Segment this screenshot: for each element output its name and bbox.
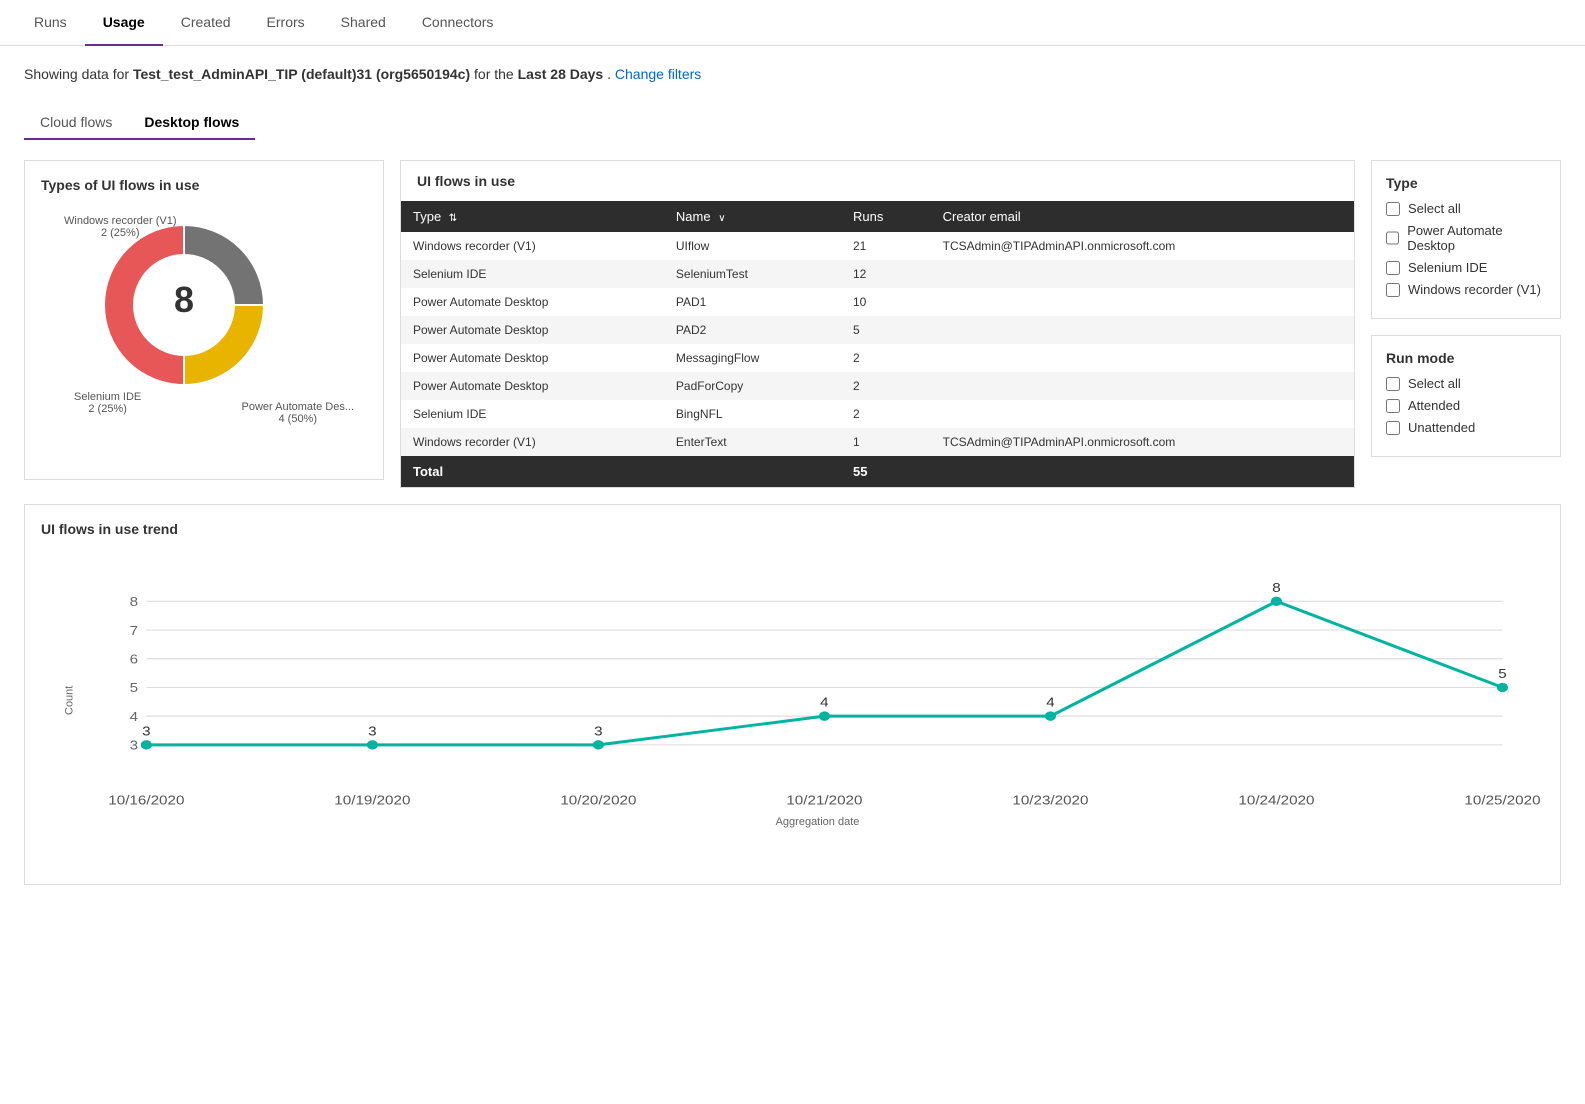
donut-label-windows: Windows recorder (V1)2 (25%)	[64, 215, 176, 239]
svg-text:6: 6	[130, 652, 139, 667]
y-axis-label: Count	[64, 685, 76, 714]
total-label: Total	[401, 456, 664, 487]
nav-tab-connectors[interactable]: Connectors	[404, 0, 512, 45]
svg-text:10/20/2020: 10/20/2020	[560, 792, 636, 807]
flow-tabs: Cloud flowsDesktop flows	[24, 106, 255, 140]
run-mode-filter-option-0: Select all	[1386, 376, 1546, 391]
table-row: Selenium IDESeleniumTest12	[401, 260, 1354, 288]
svg-text:8: 8	[1272, 580, 1281, 595]
period-label: Last 28 Days	[518, 66, 604, 82]
svg-text:10/21/2020: 10/21/2020	[786, 792, 862, 807]
col-creator[interactable]: Creator email	[931, 201, 1354, 232]
table-title: UI flows in use	[401, 161, 1354, 201]
donut-label-selenium: Selenium IDE2 (25%)	[74, 391, 141, 415]
svg-text:4: 4	[820, 695, 829, 710]
svg-text:5: 5	[130, 680, 139, 695]
nav-tab-usage[interactable]: Usage	[85, 0, 163, 46]
trend-chart: 345678310/16/2020310/19/2020310/20/20204…	[91, 549, 1544, 809]
type-filter-checkbox-1[interactable]	[1386, 231, 1399, 245]
type-filter-card: Type Select all Power Automate Desktop Sel…	[1371, 160, 1561, 319]
table-row: Windows recorder (V1)EnterText1TCSAdmin@…	[401, 428, 1354, 456]
subtitle-text: Showing data for Test_test_AdminAPI_TIP …	[24, 66, 1561, 82]
nav-tab-created[interactable]: Created	[163, 0, 249, 45]
run-mode-filter-title: Run mode	[1386, 350, 1546, 366]
table-row: Power Automate DesktopMessagingFlow2	[401, 344, 1354, 372]
svg-text:5: 5	[1498, 666, 1507, 681]
svg-text:7: 7	[130, 623, 139, 638]
col-type[interactable]: Type ⇅	[401, 201, 664, 232]
svg-text:10/16/2020: 10/16/2020	[108, 792, 184, 807]
type-filter-checkbox-3[interactable]	[1386, 283, 1400, 297]
change-filters-link[interactable]: Change filters	[615, 66, 701, 82]
run-mode-filter-card: Run mode Select all Attended Unattended	[1371, 335, 1561, 457]
svg-text:3: 3	[142, 723, 151, 738]
type-filter-option-1: Power Automate Desktop	[1386, 223, 1546, 253]
trend-title: UI flows in use trend	[41, 521, 1544, 537]
nav-tab-errors[interactable]: Errors	[249, 0, 323, 45]
svg-text:3: 3	[368, 723, 377, 738]
x-axis-label: Aggregation date	[91, 816, 1544, 828]
svg-text:3: 3	[594, 723, 603, 738]
run-mode-filter-option-1: Attended	[1386, 398, 1546, 413]
svg-text:10/19/2020: 10/19/2020	[334, 792, 410, 807]
filter-panels: Type Select all Power Automate Desktop Sel…	[1371, 160, 1561, 457]
table-row: Power Automate DesktopPAD25	[401, 316, 1354, 344]
ui-flows-table: Type ⇅ Name ∨ Runs Creator email Windows…	[401, 201, 1354, 487]
donut-chart-card: Types of UI flows in use 8 Windows recor…	[24, 160, 384, 480]
nav-tab-shared[interactable]: Shared	[323, 0, 404, 45]
donut-title: Types of UI flows in use	[41, 177, 367, 193]
ui-flows-table-card: UI flows in use Type ⇅ Name ∨ Runs Creat…	[400, 160, 1355, 488]
col-name[interactable]: Name ∨	[664, 201, 841, 232]
flow-tab-desktop-flows[interactable]: Desktop flows	[128, 106, 255, 138]
svg-text:3: 3	[130, 738, 139, 753]
donut-center: 8	[174, 279, 194, 320]
run-mode-checkbox-1[interactable]	[1386, 399, 1400, 413]
type-filter-option-2: Selenium IDE	[1386, 260, 1546, 275]
svg-text:4: 4	[130, 709, 139, 724]
type-filter-checkbox-0[interactable]	[1386, 202, 1400, 216]
donut-chart: 8 Windows recorder (V1)2 (25%) Selenium …	[84, 205, 324, 445]
donut-label-pad: Power Automate Des...4 (50%)	[242, 401, 355, 425]
table-row: Selenium IDEBingNFL2	[401, 400, 1354, 428]
svg-text:10/24/2020: 10/24/2020	[1238, 792, 1314, 807]
total-value: 55	[841, 456, 931, 487]
type-filter-option-3: Windows recorder (V1)	[1386, 282, 1546, 297]
nav-tabs: RunsUsageCreatedErrorsSharedConnectors	[0, 0, 1585, 46]
svg-text:8: 8	[130, 594, 139, 609]
table-row: Power Automate DesktopPAD110	[401, 288, 1354, 316]
trend-card: UI flows in use trend Count 345678310/16…	[24, 504, 1561, 885]
svg-text:10/25/2020: 10/25/2020	[1464, 792, 1540, 807]
nav-tab-runs[interactable]: Runs	[16, 0, 85, 45]
run-mode-checkbox-2[interactable]	[1386, 421, 1400, 435]
col-runs[interactable]: Runs	[841, 201, 931, 232]
org-name: Test_test_AdminAPI_TIP (default)31 (org5…	[133, 66, 470, 82]
table-row: Power Automate DesktopPadForCopy2	[401, 372, 1354, 400]
type-filter-checkbox-2[interactable]	[1386, 261, 1400, 275]
svg-text:10/23/2020: 10/23/2020	[1012, 792, 1088, 807]
run-mode-filter-option-2: Unattended	[1386, 420, 1546, 435]
flow-tab-cloud-flows[interactable]: Cloud flows	[24, 106, 128, 138]
type-filter-title: Type	[1386, 175, 1546, 191]
table-row: Windows recorder (V1)UIflow21TCSAdmin@TI…	[401, 232, 1354, 260]
type-filter-option-0: Select all	[1386, 201, 1546, 216]
svg-text:4: 4	[1046, 695, 1055, 710]
run-mode-checkbox-0[interactable]	[1386, 377, 1400, 391]
